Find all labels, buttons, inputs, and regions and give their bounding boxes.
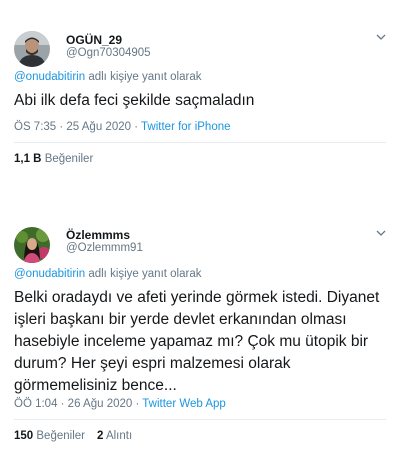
reply-context: @onudabitirin adlı kişiye yanıt olarak: [14, 71, 201, 83]
likes-label: Beğeniler: [41, 153, 94, 165]
divider: [14, 419, 386, 420]
display-name[interactable]: Özlemmms: [66, 228, 130, 242]
user-handle[interactable]: @Ozlemmm91: [66, 242, 143, 254]
timestamp-link[interactable]: ÖS 7:35 · 25 Ağu 2020 ·: [14, 121, 141, 133]
avatar[interactable]: [14, 31, 50, 67]
quotes-label: Alıntı: [103, 430, 133, 442]
source-link[interactable]: Twitter for iPhone: [141, 121, 230, 133]
tweet-text: Abi ilk defa feci şekilde saçmaladın: [14, 92, 255, 109]
chevron-down-icon[interactable]: [374, 226, 388, 240]
likes-count: 1,1 B: [14, 153, 42, 165]
tweet-separator: [0, 190, 400, 214]
avatar-image: [14, 31, 50, 67]
tweet-card[interactable]: Özlemmms @Ozlemmm91 @onudabitirin adlı k…: [0, 214, 400, 462]
avatar-image: [14, 227, 50, 263]
divider: [14, 142, 386, 143]
tweet-meta: ÖÖ 1:04 · 26 Ağu 2020 · Twitter Web App: [14, 398, 226, 410]
tweet-card[interactable]: OGÜN_29 @Ogn70304905 @onudabitirin adlı …: [0, 0, 400, 190]
reply-context-label: adlı kişiye yanıt olarak: [85, 268, 202, 280]
user-handle[interactable]: @Ogn70304905: [66, 47, 151, 59]
engagement-stats: 150 Beğeniler 2 Alıntı: [14, 430, 132, 442]
display-name[interactable]: OGÜN_29: [66, 33, 122, 47]
likes-link[interactable]: 1,1 B Beğeniler: [14, 153, 93, 165]
engagement-stats: 1,1 B Beğeniler: [14, 153, 93, 165]
source-link[interactable]: Twitter Web App: [142, 398, 226, 410]
reply-mention-link[interactable]: @onudabitirin: [14, 268, 85, 280]
reply-mention-link[interactable]: @onudabitirin: [14, 71, 85, 83]
chevron-down-icon[interactable]: [374, 30, 388, 44]
reply-context: @onudabitirin adlı kişiye yanıt olarak: [14, 268, 201, 280]
reply-context-label: adlı kişiye yanıt olarak: [85, 71, 202, 83]
likes-count: 150: [14, 430, 34, 442]
tweet-text: Belki oradaydı ve afeti yerinde görmek i…: [14, 289, 380, 394]
quotes-link[interactable]: 2 Alıntı: [97, 430, 132, 442]
likes-label: Beğeniler: [33, 430, 85, 442]
avatar[interactable]: [14, 227, 50, 263]
tweet-meta: ÖS 7:35 · 25 Ağu 2020 · Twitter for iPho…: [14, 121, 231, 133]
timestamp-link[interactable]: ÖÖ 1:04 · 26 Ağu 2020 ·: [14, 398, 142, 410]
likes-link[interactable]: 150 Beğeniler: [14, 430, 85, 442]
